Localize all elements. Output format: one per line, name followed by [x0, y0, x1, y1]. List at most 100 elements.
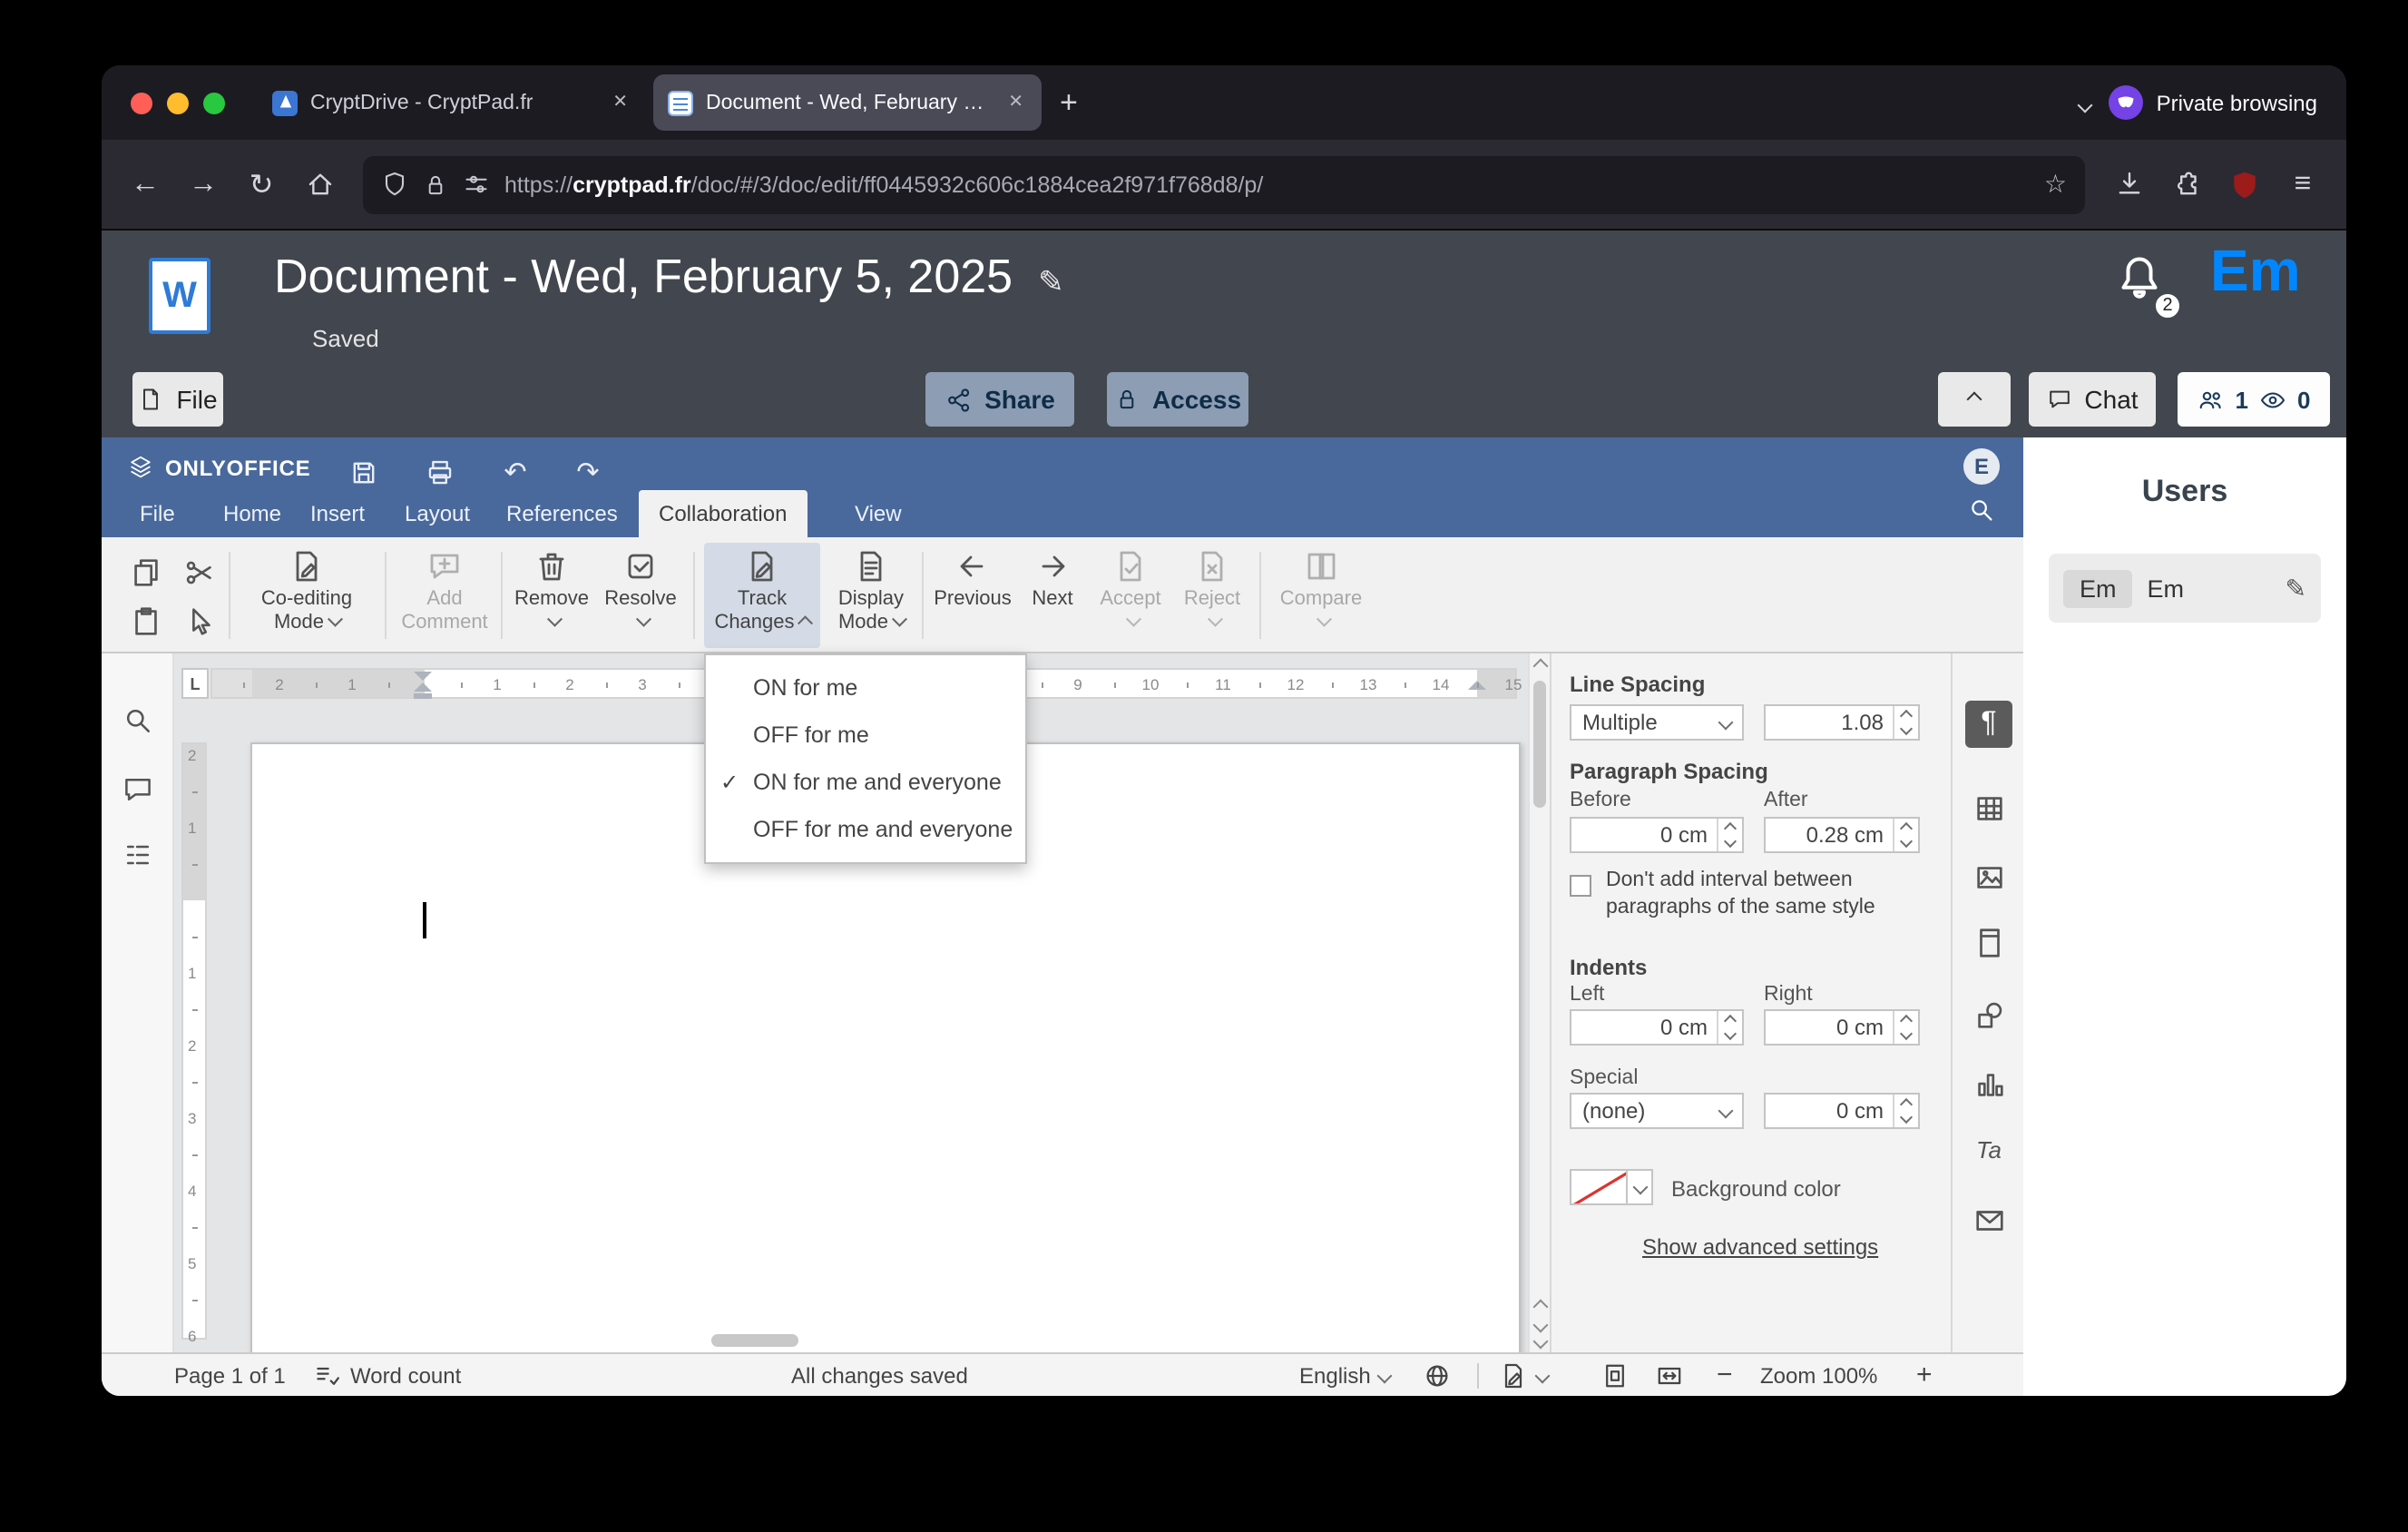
- close-tab-icon[interactable]: ✕: [609, 89, 631, 116]
- interval-checkbox[interactable]: [1570, 875, 1591, 897]
- advanced-settings-link[interactable]: Show advanced settings: [1642, 1234, 1878, 1260]
- indent-right-spinner[interactable]: 0 cm: [1764, 1009, 1920, 1046]
- tab-insert[interactable]: Insert: [290, 490, 385, 537]
- search-icon[interactable]: [1967, 496, 1996, 525]
- comments-panel-button[interactable]: [118, 770, 158, 810]
- track-changes-status-button[interactable]: [1499, 1354, 1551, 1396]
- text-art-settings-button[interactable]: Ta: [1965, 1125, 2012, 1173]
- spellcheck-language-button[interactable]: [1423, 1354, 1452, 1396]
- collapse-toolbar-button[interactable]: [1938, 372, 2011, 427]
- coediting-mode-button[interactable]: Co-editing Mode: [240, 543, 374, 648]
- tab-layout[interactable]: Layout: [385, 490, 490, 537]
- new-tab-button[interactable]: +: [1042, 81, 1096, 124]
- image-settings-button[interactable]: [1965, 853, 2012, 900]
- reject-change-button[interactable]: Reject: [1176, 543, 1248, 648]
- previous-change-button[interactable]: Previous: [933, 543, 1013, 648]
- menu-item-on-for-everyone[interactable]: ✓ ON for me and everyone: [706, 759, 1025, 806]
- menu-button[interactable]: ≡: [2274, 155, 2332, 213]
- list-tabs-chevron-icon[interactable]: [2062, 86, 2109, 119]
- edit-user-pencil-icon[interactable]: ✎: [2286, 573, 2306, 604]
- access-button[interactable]: Access: [1107, 372, 1248, 427]
- horizontal-scrollbar-thumb[interactable]: [711, 1334, 798, 1347]
- zoom-out-button[interactable]: −: [1717, 1354, 1733, 1396]
- zoom-level[interactable]: Zoom 100%: [1760, 1354, 1877, 1396]
- mail-merge-button[interactable]: [1965, 1196, 2012, 1243]
- select-all-button[interactable]: [178, 599, 221, 643]
- cut-button[interactable]: [178, 550, 221, 594]
- back-button[interactable]: ←: [116, 155, 174, 213]
- remove-comment-button[interactable]: Remove: [512, 543, 592, 648]
- menu-item-on-for-me[interactable]: ON for me: [706, 664, 1025, 712]
- track-changes-button[interactable]: Track Changes: [704, 543, 820, 648]
- undo-button[interactable]: ↶: [497, 454, 533, 490]
- special-indent-select[interactable]: (none): [1570, 1093, 1744, 1129]
- menu-item-off-for-me[interactable]: OFF for me: [706, 712, 1025, 759]
- accept-change-button[interactable]: Accept: [1092, 543, 1169, 648]
- add-comment-button[interactable]: Add Comment: [396, 543, 494, 648]
- spacing-after-spinner[interactable]: 0.28 cm: [1764, 817, 1920, 853]
- v-ruler[interactable]: 21123456: [181, 742, 207, 1345]
- fit-page-button[interactable]: [1600, 1354, 1630, 1396]
- rename-pencil-icon[interactable]: ✎: [1038, 265, 1064, 300]
- fit-width-button[interactable]: [1655, 1354, 1684, 1396]
- navigation-panel-button[interactable]: [118, 835, 158, 875]
- redo-button[interactable]: ↷: [570, 454, 606, 490]
- language-selector[interactable]: English: [1299, 1354, 1394, 1396]
- line-spacing-select[interactable]: Multiple: [1570, 704, 1744, 741]
- chart-settings-button[interactable]: [1965, 1060, 2012, 1107]
- page-indicator[interactable]: Page 1 of 1: [174, 1354, 286, 1396]
- browser-tab-document[interactable]: Document - Wed, February 5, 2025 ✕: [653, 74, 1042, 131]
- lock-icon[interactable]: [423, 172, 448, 197]
- share-button[interactable]: Share: [925, 372, 1074, 427]
- vertical-scrollbar[interactable]: [1528, 653, 1550, 1352]
- paste-button[interactable]: [123, 599, 167, 643]
- downloads-button[interactable]: [2100, 155, 2158, 213]
- zoom-in-button[interactable]: +: [1916, 1354, 1933, 1396]
- display-mode-button[interactable]: Display Mode: [827, 543, 915, 648]
- notifications-button[interactable]: 2: [2112, 252, 2181, 319]
- user-avatar[interactable]: Em: [2210, 238, 2301, 305]
- header-footer-settings-button[interactable]: [1965, 918, 2012, 966]
- indent-marker[interactable]: [414, 672, 432, 698]
- tab-references[interactable]: References: [486, 490, 638, 537]
- ublock-extension-button[interactable]: [2216, 155, 2274, 213]
- menu-item-off-for-everyone[interactable]: OFF for me and everyone: [706, 806, 1025, 853]
- reload-button[interactable]: ↻: [232, 155, 290, 213]
- special-indent-spinner[interactable]: 0 cm: [1764, 1093, 1920, 1129]
- tracking-shield-icon[interactable]: [381, 171, 408, 198]
- close-tab-icon[interactable]: ✕: [1004, 89, 1027, 116]
- line-spacing-spinner[interactable]: 1.08: [1764, 704, 1920, 741]
- tab-view[interactable]: View: [835, 490, 922, 537]
- copy-button[interactable]: [123, 550, 167, 594]
- forward-button[interactable]: →: [174, 155, 232, 213]
- spacing-before-spinner[interactable]: 0 cm: [1570, 817, 1744, 853]
- tab-stop-selector[interactable]: L: [181, 668, 209, 699]
- vertical-scrollbar-thumb[interactable]: [1533, 681, 1546, 808]
- find-button[interactable]: [118, 701, 158, 741]
- interval-checkbox-label[interactable]: Don't add interval between paragraphs of …: [1606, 868, 1933, 922]
- print-button[interactable]: [421, 454, 457, 490]
- permissions-icon[interactable]: [463, 171, 490, 198]
- word-count-button[interactable]: Word count: [312, 1354, 461, 1396]
- shape-settings-button[interactable]: [1965, 991, 2012, 1038]
- url-text[interactable]: https://cryptpad.fr/doc/#/3/doc/edit/ff0…: [504, 172, 2030, 197]
- horizontal-scrollbar[interactable]: [174, 1334, 1526, 1347]
- tab-collaboration[interactable]: Collaboration: [639, 490, 808, 537]
- next-change-button[interactable]: Next: [1020, 543, 1085, 648]
- chat-button[interactable]: Chat: [2029, 372, 2156, 427]
- url-bar[interactable]: https://cryptpad.fr/doc/#/3/doc/edit/ff0…: [363, 155, 2085, 213]
- table-settings-button[interactable]: [1965, 784, 2012, 831]
- minimize-window-button[interactable]: [167, 92, 189, 113]
- resolve-button[interactable]: Resolve: [599, 543, 682, 648]
- browser-tab-cryptdrive[interactable]: CryptDrive - CryptPad.fr ✕: [258, 74, 646, 131]
- user-list-item[interactable]: Em Em ✎: [2049, 554, 2321, 623]
- participants-indicator[interactable]: 1 0: [2178, 372, 2330, 427]
- tab-file[interactable]: File: [120, 490, 195, 537]
- bookmark-star-icon[interactable]: ☆: [2044, 169, 2067, 200]
- background-color-picker[interactable]: [1570, 1169, 1653, 1205]
- paragraph-settings-button[interactable]: ¶: [1965, 701, 2012, 748]
- close-window-button[interactable]: [131, 92, 152, 113]
- home-button[interactable]: [290, 155, 348, 213]
- extensions-button[interactable]: [2158, 155, 2216, 213]
- file-button[interactable]: File: [132, 372, 223, 427]
